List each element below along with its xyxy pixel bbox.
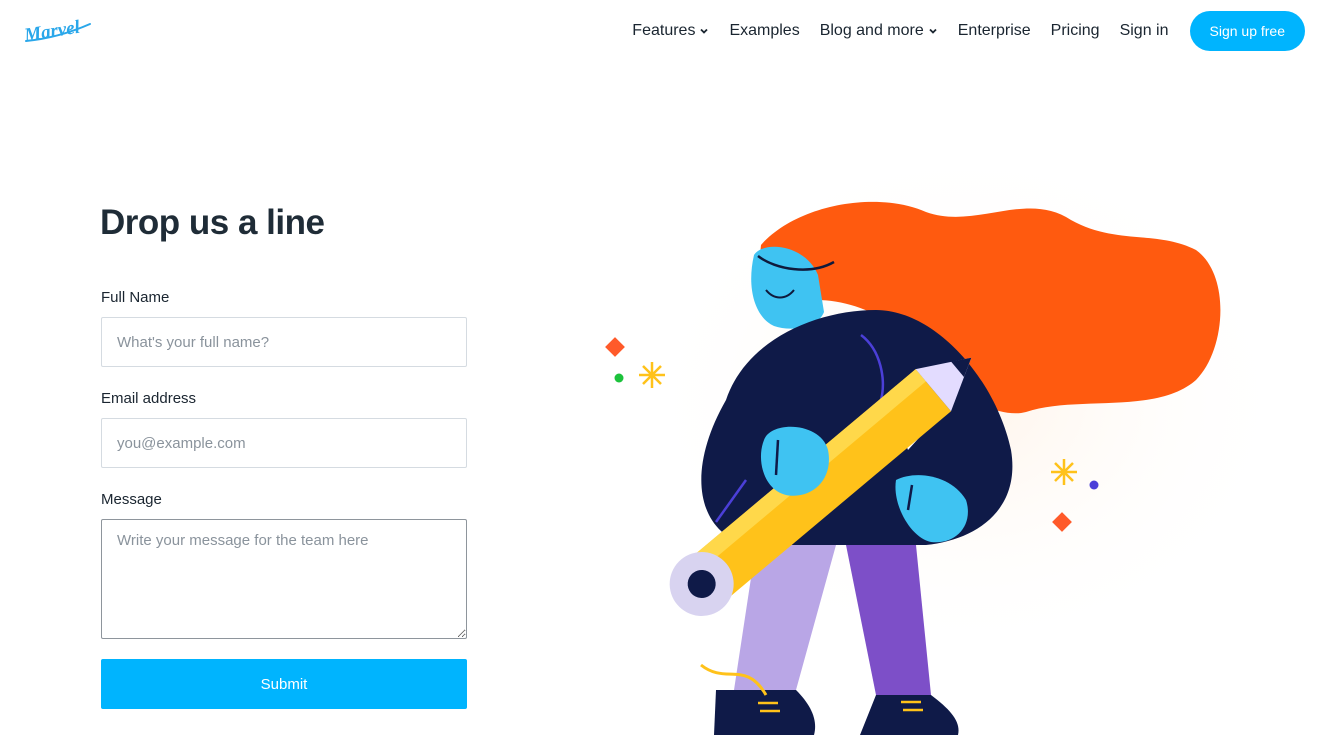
nav-enterprise-label: Enterprise [957,22,1031,39]
nav-features[interactable]: Features [632,22,709,40]
email-input[interactable] [101,418,467,468]
page-title: Drop us a line [100,203,325,242]
marvel-logo[interactable]: Marvel [22,12,94,48]
nav-blog[interactable]: Blog and more [820,22,938,40]
nav-enterprise[interactable]: Enterprise [958,22,1031,40]
sign-up-button[interactable]: Sign up free [1189,11,1305,51]
full-name-input[interactable] [101,317,467,367]
nav-pricing-label: Pricing [1050,22,1100,39]
chevron-down-icon [929,28,937,34]
nav-sign-in[interactable]: Sign in [1120,22,1169,40]
nav-features-label: Features [632,22,696,39]
nav-blog-label: Blog and more [819,22,924,39]
message-label: Message [101,491,162,508]
nav-pricing[interactable]: Pricing [1051,22,1100,40]
submit-button[interactable]: Submit [101,659,467,709]
nav-sign-in-label: Sign in [1119,22,1169,39]
full-name-label: Full Name [101,289,170,306]
email-label: Email address [101,390,197,407]
woman-with-pencil-illustration [605,150,1296,735]
message-textarea[interactable] [101,519,467,639]
top-nav: Features Examples Blog and more Enterpri… [612,11,1305,51]
nav-examples-label: Examples [729,22,800,39]
chevron-down-icon [700,28,709,34]
nav-examples[interactable]: Examples [729,22,799,40]
